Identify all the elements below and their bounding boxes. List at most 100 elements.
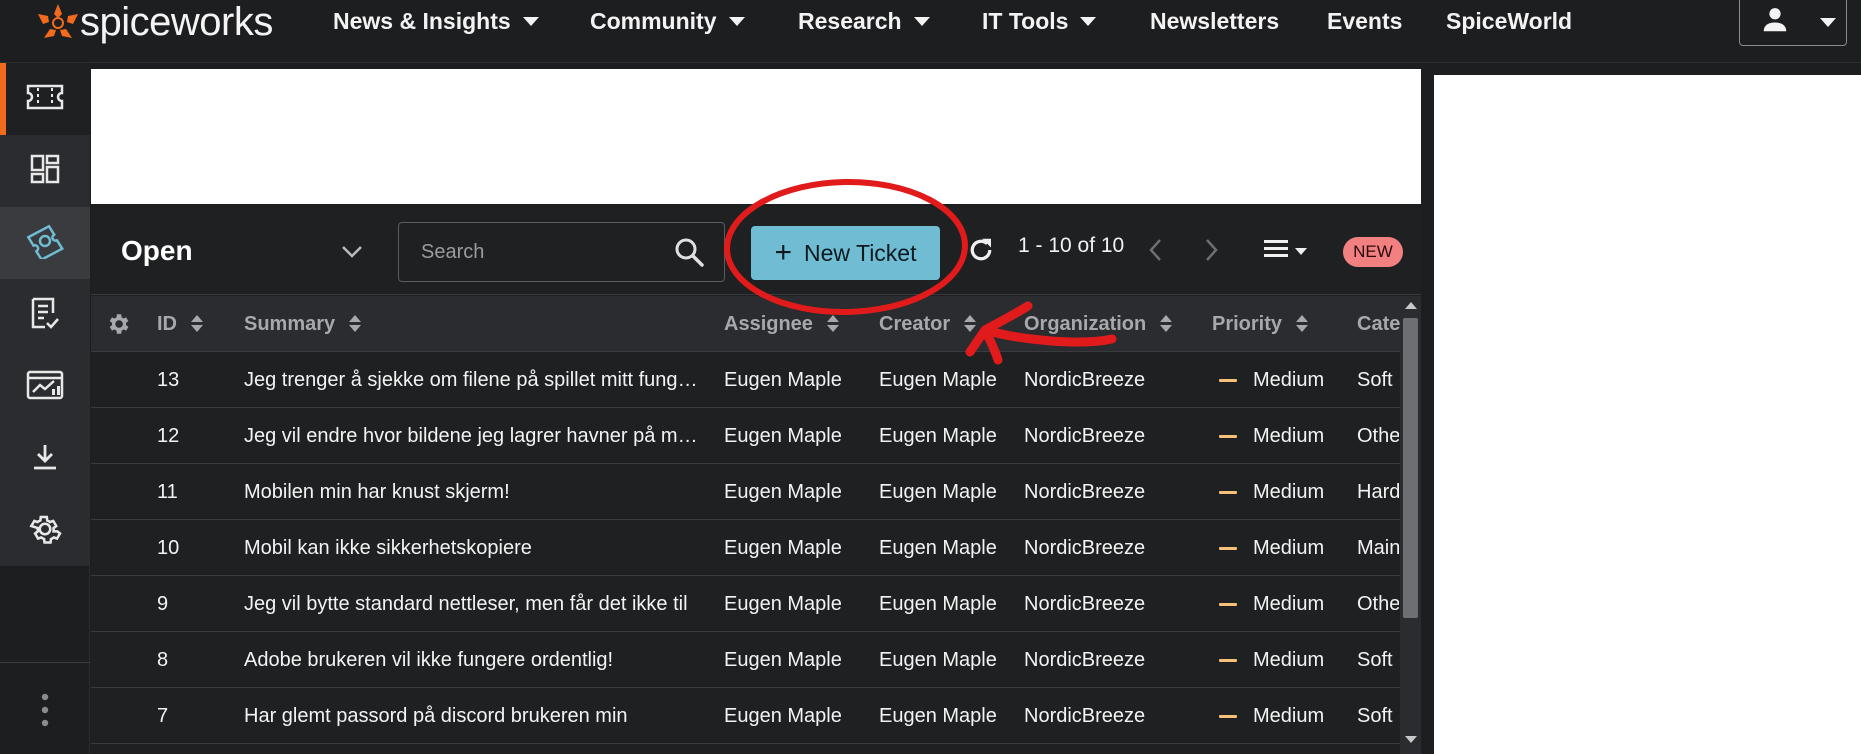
rail-item-analytics[interactable]: [0, 351, 90, 423]
nav-label: Newsletters: [1150, 7, 1280, 34]
column-header-id[interactable]: ID: [157, 296, 203, 352]
cell-category: Hard: [1357, 480, 1399, 503]
cell-assignee: Eugen Maple: [724, 648, 842, 671]
download-icon: [31, 443, 59, 476]
cell-creator: Eugen Maple: [879, 368, 997, 391]
cell-category: Soft: [1357, 704, 1393, 727]
cell-summary: Har glemt passord på discord brukeren mi…: [244, 705, 628, 727]
ticket-icon: [26, 84, 64, 115]
nav-newsletters[interactable]: Newsletters: [1150, 0, 1279, 42]
nav-label: IT Tools: [982, 7, 1069, 34]
table-row[interactable]: 11 Mobilen min har knust skjerm! Eugen M…: [91, 464, 1401, 520]
column-header-category[interactable]: Cate: [1357, 296, 1400, 352]
rail-item-ticket-list[interactable]: [0, 207, 90, 279]
cell-id: 9: [157, 592, 169, 615]
scroll-up-arrow-icon[interactable]: [1405, 302, 1417, 309]
rail-item-reports[interactable]: [0, 279, 90, 351]
cell-category: Othe: [1357, 424, 1399, 447]
cell-organization: NordicBreeze: [1024, 592, 1146, 615]
more-vertical-icon: [41, 693, 49, 732]
cell-assignee: Eugen Maple: [724, 480, 842, 503]
nav-it-tools[interactable]: IT Tools: [982, 0, 1097, 42]
view-select-dropdown[interactable]: Open: [121, 229, 362, 273]
column-label: Creator: [879, 312, 951, 335]
nav-community[interactable]: Community: [590, 0, 745, 42]
table-row[interactable]: 9 Jeg vil bytte standard nettleser, men …: [91, 576, 1401, 632]
caret-down-icon: [1080, 16, 1097, 26]
table-row[interactable]: 10 Mobil kan ikke sikkerhetskopiere Euge…: [91, 520, 1401, 576]
brand-name: spiceworks: [80, 0, 273, 44]
table-row[interactable]: 8 Adobe brukeren vil ikke fungere ordent…: [91, 632, 1401, 688]
density-menu-button[interactable]: [1263, 237, 1307, 266]
cell-organization: NordicBreeze: [1024, 648, 1146, 671]
cell-assignee: Eugen Maple: [724, 368, 842, 391]
cell-category: Main: [1357, 536, 1399, 559]
column-header-assignee[interactable]: Assignee: [724, 296, 839, 352]
priority-dash-icon: [1219, 602, 1237, 606]
nav-research[interactable]: Research: [798, 0, 930, 42]
view-label: Open: [121, 235, 193, 266]
sort-icon: [349, 315, 362, 333]
cell-organization: NordicBreeze: [1024, 704, 1146, 727]
sort-icon: [964, 315, 977, 333]
caret-down-icon: [1295, 248, 1307, 255]
column-label: ID: [157, 312, 177, 335]
app-root: spiceworks News & Insights Community Res…: [0, 0, 1861, 754]
cell-creator: Eugen Maple: [879, 424, 997, 447]
cell-priority: Medium: [1219, 520, 1324, 576]
new-ticket-button[interactable]: + New Ticket: [751, 226, 940, 280]
spiceworks-logo[interactable]: spiceworks: [32, 0, 273, 44]
cell-priority: Medium: [1219, 352, 1324, 408]
table-scrollbar[interactable]: [1400, 296, 1421, 754]
pagination-text: 1 - 10 of 10: [1018, 234, 1125, 257]
cell-assignee: Eugen Maple: [724, 592, 842, 615]
rail-item-downloads[interactable]: [0, 423, 90, 495]
column-header-priority[interactable]: Priority: [1212, 296, 1309, 352]
search-icon[interactable]: [674, 237, 704, 272]
rail-item-dashboard[interactable]: [0, 135, 90, 207]
top-navigation: spiceworks News & Insights Community Res…: [0, 0, 1861, 63]
rail-item-tickets-home[interactable]: [0, 63, 90, 135]
sort-icon: [1296, 315, 1309, 333]
cell-organization: NordicBreeze: [1024, 536, 1146, 559]
new-ticket-label: New Ticket: [804, 239, 917, 266]
column-header-creator[interactable]: Creator: [879, 296, 977, 352]
column-label: Assignee: [724, 312, 813, 335]
user-menu-button[interactable]: [1739, 0, 1847, 46]
column-header-organization[interactable]: Organization: [1024, 296, 1173, 352]
refresh-icon[interactable]: [966, 235, 996, 270]
analytics-icon: [26, 370, 64, 405]
cell-summary: Mobil kan ikke sikkerhetskopiere: [244, 537, 532, 559]
table-row[interactable]: 13 Jeg trenger å sjekke om filene på spi…: [91, 352, 1401, 408]
cell-assignee: Eugen Maple: [724, 536, 842, 559]
cell-organization: NordicBreeze: [1024, 480, 1146, 503]
cell-category: Othe: [1357, 592, 1399, 615]
rail-more-button[interactable]: [0, 670, 90, 754]
scrollbar-thumb[interactable]: [1403, 318, 1418, 618]
search-box[interactable]: [398, 222, 725, 282]
nav-news-insights[interactable]: News & Insights: [333, 0, 539, 42]
priority-label: Medium: [1253, 592, 1325, 615]
cell-id: 8: [157, 648, 169, 671]
search-input[interactable]: [399, 240, 659, 264]
rail-item-settings[interactable]: [0, 495, 90, 567]
cell-priority: Medium: [1219, 408, 1324, 464]
cell-category: Soft: [1357, 648, 1393, 671]
cell-id: 12: [157, 424, 180, 447]
table-row[interactable]: 12 Jeg vil endre hvor bildene jeg lagrer…: [91, 408, 1401, 464]
priority-label: Medium: [1253, 368, 1325, 391]
caret-down-icon: [1820, 18, 1836, 27]
column-label: Priority: [1212, 312, 1283, 335]
column-header-summary[interactable]: Summary: [244, 296, 362, 352]
column-settings-icon[interactable]: [105, 296, 131, 352]
priority-label: Medium: [1253, 424, 1325, 447]
previous-page-icon[interactable]: [1146, 237, 1166, 268]
banner-area: [91, 69, 1421, 204]
cell-id: 11: [157, 480, 178, 503]
nav-events[interactable]: Events: [1327, 0, 1402, 42]
scroll-down-arrow-icon[interactable]: [1405, 736, 1417, 743]
cell-priority: Medium: [1219, 632, 1324, 688]
next-page-icon[interactable]: [1201, 237, 1221, 268]
table-row[interactable]: 7 Har glemt passord på discord brukeren …: [91, 688, 1401, 744]
nav-spiceworld[interactable]: SpiceWorld: [1446, 0, 1572, 42]
